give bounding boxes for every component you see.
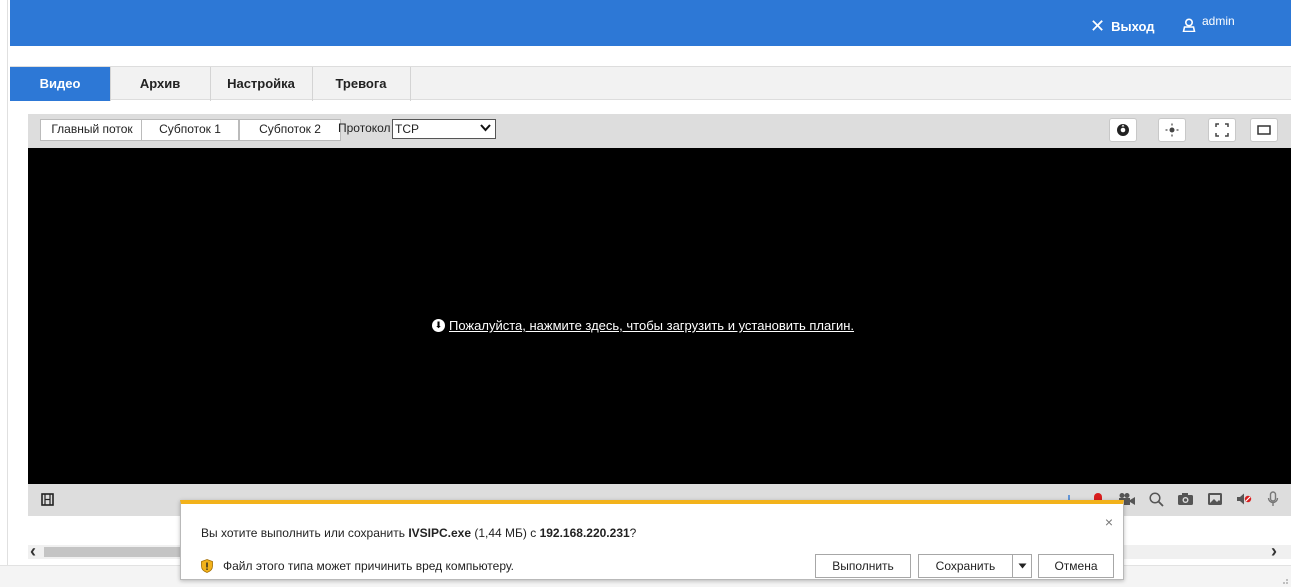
scroll-left-arrow[interactable]: ‹ (30, 541, 36, 562)
download-question: Вы хотите выполнить или сохранить IVSIPC… (201, 526, 636, 540)
zoom-icon (1148, 491, 1164, 507)
warning-text: Файл этого типа может причинить вред ком… (223, 559, 515, 573)
resize-grip-icon[interactable] (1281, 577, 1289, 585)
close-icon: ✕ (1090, 16, 1106, 36)
user-icon (1182, 18, 1196, 32)
ptz-button[interactable] (1109, 118, 1137, 142)
window-icon (1257, 125, 1271, 135)
chevron-down-icon (480, 120, 491, 138)
tab-video[interactable]: Видео (10, 67, 111, 101)
film-strip-icon (40, 492, 54, 506)
file-name: IVSIPC.exe (408, 526, 472, 540)
image-button[interactable] (1204, 488, 1226, 510)
question-suffix: ? (629, 526, 637, 540)
snapshot-icon (1177, 493, 1193, 505)
mute-icon (1237, 493, 1252, 505)
protocol-value: TCP (395, 122, 419, 136)
file-size: (1,44 МБ) с (471, 526, 540, 540)
user-menu[interactable]: admin (1182, 14, 1235, 32)
ptz-icon (1117, 124, 1129, 136)
download-host: 192.168.220.231 (539, 526, 630, 540)
cancel-button[interactable]: Отмена (1038, 554, 1114, 578)
main-tabs: Видео Архив Настройка Тревога (10, 66, 1291, 101)
microphone-icon (1267, 491, 1279, 506)
protocol-label: Протокол (338, 121, 391, 135)
fullscreen-button[interactable] (1208, 118, 1236, 142)
shield-warning-icon (201, 559, 213, 573)
warning-row: Файл этого типа может причинить вред ком… (201, 559, 514, 573)
main-stream-button[interactable]: Главный поток (40, 119, 144, 141)
brightness-icon (1165, 123, 1179, 137)
download-plugin-link[interactable]: ⬇ Пожалуйста, нажмите здесь, чтобы загру… (432, 318, 854, 333)
video-viewport[interactable]: ⬇ Пожалуйста, нажмите здесь, чтобы загру… (28, 148, 1291, 484)
user-name: admin (1202, 14, 1235, 28)
download-notification-bar: Вы хотите выполнить или сохранить IVSIPC… (180, 500, 1124, 580)
brightness-button[interactable] (1158, 118, 1186, 142)
mute-button[interactable] (1233, 488, 1255, 510)
scroll-right-arrow[interactable]: › (1271, 541, 1277, 562)
dialog-close-button[interactable]: × (1105, 514, 1113, 530)
logout-label: Выход (1111, 19, 1155, 34)
run-button[interactable]: Выполнить (815, 554, 911, 578)
top-header-bar: ✕ Выход admin (10, 0, 1291, 46)
substream-1-button[interactable]: Субпоток 1 (141, 119, 239, 141)
image-icon (1208, 493, 1222, 505)
question-prefix: Вы хотите выполнить или сохранить (201, 526, 409, 540)
fullscreen-icon (1215, 123, 1229, 137)
tab-settings[interactable]: Настройка (210, 67, 313, 101)
page-left-edge (0, 0, 8, 587)
save-options-button[interactable] (1012, 554, 1032, 578)
chevron-down-icon (1018, 563, 1026, 569)
microphone-button[interactable] (1262, 488, 1284, 510)
protocol-select[interactable]: TCP (392, 119, 496, 139)
plugin-message: Пожалуйста, нажмите здесь, чтобы загрузи… (449, 318, 855, 333)
film-strip-button[interactable] (36, 488, 58, 510)
save-button[interactable]: Сохранить (918, 554, 1012, 578)
logout-button[interactable]: ✕ Выход (1090, 16, 1155, 37)
window-button[interactable] (1250, 118, 1278, 142)
snapshot-button[interactable] (1174, 488, 1196, 510)
zoom-button[interactable] (1145, 488, 1167, 510)
tab-alarm[interactable]: Тревога (312, 67, 411, 101)
stream-toolbar: Главный поток Субпоток 1 Субпоток 2 Прот… (28, 114, 1291, 148)
substream-2-button[interactable]: Субпоток 2 (239, 119, 341, 141)
tab-archive[interactable]: Архив (110, 67, 211, 101)
download-icon: ⬇ (432, 319, 445, 332)
